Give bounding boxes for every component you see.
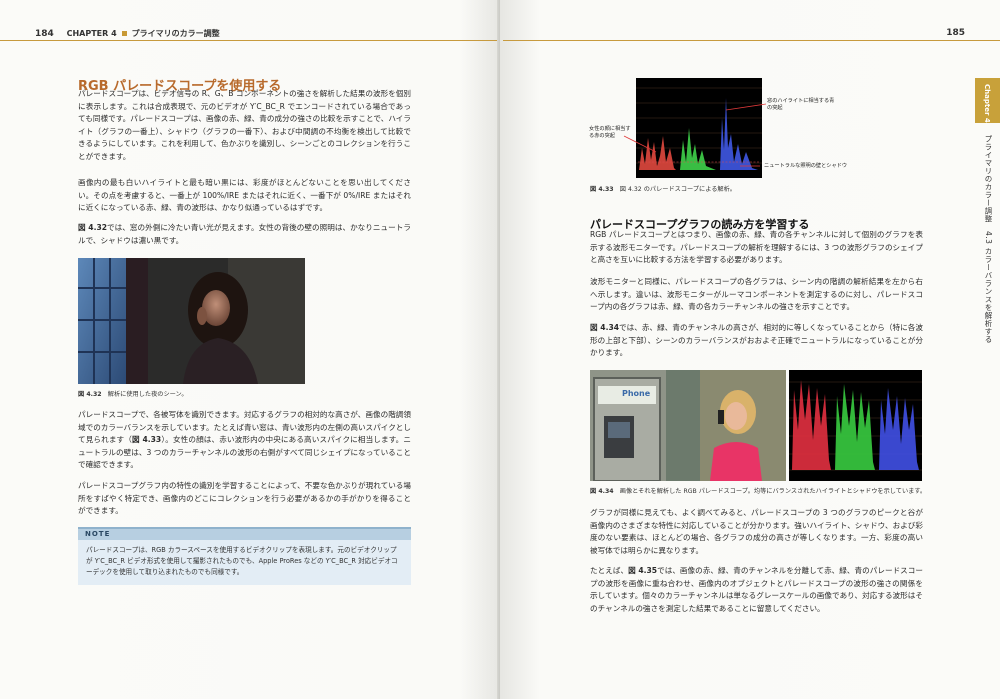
page-number: 184	[35, 29, 54, 39]
paragraph-text: たとえば、	[590, 566, 629, 575]
caption-text: 解析に使用した夜のシーン。	[107, 391, 188, 398]
caption-text: 画像とそれを解析した RGB パレードスコープ。均等にバランスされたハイライトと…	[619, 488, 927, 495]
parade-scope-graph-2	[789, 370, 922, 481]
annotation-neutral: ニュートラルな照明の壁とシャドウ	[764, 163, 848, 169]
figure-ref: 図 4.34	[590, 323, 620, 332]
figure-ref: 図 4.32	[78, 223, 108, 232]
phone-booth-photo	[590, 370, 786, 481]
paragraph: パレードスコープで、各被写体を識別できます。対応するグラフの相対的な高さが、画像…	[78, 409, 411, 472]
phone-booth-image	[590, 370, 786, 481]
figure-ref: 図 4.35	[628, 566, 658, 575]
figure-number: 図 4.34	[590, 488, 614, 495]
paragraph: 画像内の最も白いハイライトと最も暗い黒には、彩度がほとんどないことを思い出してく…	[78, 178, 411, 213]
annotation-red-spike: 女性の顔に相当する赤の突起	[589, 126, 631, 139]
header-rule	[0, 40, 497, 41]
left-page: 184 CHAPTER 4 プライマリのカラー調整 RGB パレードスコープを使用…	[0, 0, 500, 699]
figure-caption: 図 4.33 図 4.32 のパレードスコープによる解析。	[590, 184, 736, 193]
chapter-title: プライマリのカラー調整	[131, 29, 220, 38]
figure-caption: 図 4.34 画像とそれを解析した RGB パレードスコープ。均等にバランスされ…	[590, 486, 926, 495]
phone-sign: Phone	[622, 389, 651, 398]
chapter-tab: Chapter 4	[975, 78, 1000, 123]
note-heading: NOTE	[78, 529, 411, 540]
caption-text: 図 4.32 のパレードスコープによる解析。	[619, 186, 736, 193]
page-number-right: 185	[946, 28, 965, 38]
paragraph: パレードスコープグラフ内の特性の識別を学習することによって、不要な色かぶりが現れ…	[78, 481, 411, 516]
paragraph: パレードスコープは、ビデオ信号の R、G、B コンポーネントの強さを解析した結果…	[78, 89, 411, 161]
header-rule	[503, 40, 1000, 41]
figure-caption: 図 4.32 解析に使用した夜のシーン。	[78, 389, 188, 398]
figure-number: 図 4.32	[78, 391, 102, 398]
chapter-tab-label: Chapter 4	[983, 84, 991, 123]
running-header-left: 184 CHAPTER 4 プライマリのカラー調整	[35, 28, 220, 39]
bullet-icon	[121, 30, 127, 36]
figure-number: 図 4.33	[590, 186, 614, 193]
note-text: パレードスコープは、RGB カラースペースを使用するビデオクリップを表現します。…	[86, 546, 398, 576]
paragraph: 波形モニターと同様に、パレードスコープの各グラフは、シーン内の階調の解析結果を左…	[590, 277, 923, 312]
annotation-blue-spike: 窓のハイライトに相当する青の突起	[767, 98, 835, 111]
night-scene-photo	[78, 258, 305, 384]
side-running-title: プライマリのカラー調整 4.3 カラーバランスを解析する	[984, 135, 993, 344]
note-box: NOTE パレードスコープは、RGB カラースペースを使用するビデオクリップを表…	[78, 527, 411, 585]
parade-scope-figure-2	[789, 370, 922, 481]
book-spread: 184 CHAPTER 4 プライマリのカラー調整 RGB パレードスコープを使用…	[0, 0, 1000, 699]
figure-ref: 図 4.33	[131, 435, 162, 445]
paragraph-text: では、赤、緑、青のチャンネルの高さが、相対的に等しくなっていることから（特に各波…	[590, 323, 923, 358]
paragraph: RGB パレードスコープとはつまり、画像の赤、緑、青の各チャンネルに対して個別の…	[590, 230, 923, 265]
paragraph: 図 4.32では、窓の外側に冷たい青い光が見えます。女性の背後の壁の照明は、かな…	[78, 222, 411, 247]
paragraph-text: では、窓の外側に冷たい青い光が見えます。女性の背後の壁の照明は、かなりニュートラ…	[78, 223, 411, 245]
paragraph: グラフが同様に見えても、よく調べてみると、パレードスコープの 3 つのグラフのピ…	[590, 508, 923, 555]
paragraph: 図 4.34では、赤、緑、青のチャンネルの高さが、相対的に等しくなっていることか…	[590, 322, 923, 360]
chapter-label: CHAPTER 4	[66, 29, 117, 38]
night-scene-image	[78, 258, 305, 384]
paragraph: たとえば、図 4.35では、画像の赤、緑、青のチャンネルを分離して赤、緑、青のパ…	[590, 565, 923, 615]
